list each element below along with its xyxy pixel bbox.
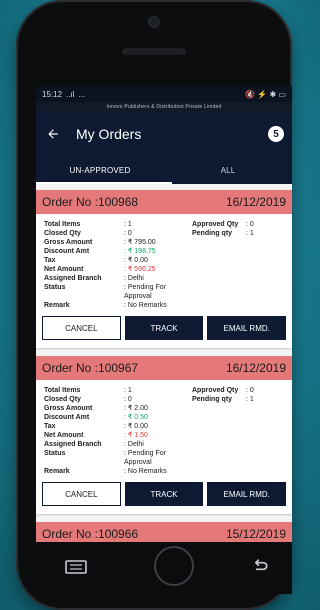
track-button[interactable]: TRACK [124, 482, 204, 506]
detail-row: Tax: ₹ 0.00 [44, 257, 148, 264]
order-details: Total Items: 1 Closed Qty: 0 Gross Amoun… [36, 214, 292, 310]
order-date: 16/12/2019 [225, 195, 286, 209]
detail-row: Status: Pending For Approval [44, 284, 167, 300]
company-line: Innovo Publishers & Distribution Private… [36, 102, 292, 112]
detail-row: Remark: No Remarks [44, 302, 167, 309]
detail-row: Gross Amount: ₹ 795.00 [44, 239, 156, 246]
detail-row: Approved Qty: 0 [192, 387, 254, 394]
order-card: Order No :100967 16/12/2019 Total Items:… [36, 356, 292, 514]
app-screen: 15:12 ..ıl ... 🔇 ⚡ ✱ ▭ Innovo Publishers… [36, 86, 292, 542]
order-actions: CANCEL TRACK EMAIL RMD. [36, 310, 292, 348]
detail-row: Pending qty: 1 [192, 396, 254, 403]
order-date: 15/12/2019 [225, 527, 286, 541]
detail-row: Net Amount: ₹ 596.25 [44, 266, 156, 273]
detail-row: Assigned Branch: Delhi [44, 441, 144, 448]
detail-row: Closed Qty: 0 [44, 396, 132, 403]
detail-row: Approved Qty: 0 [192, 221, 254, 228]
app-bar: My Orders 5 [36, 112, 292, 156]
signal-icon: ..ıl [66, 89, 75, 99]
detail-row: Assigned Branch: Delhi [44, 275, 144, 282]
detail-row: Tax: ₹ 0.00 [44, 423, 148, 430]
orders-count-badge: 5 [268, 126, 284, 142]
detail-row: Status: Pending For Approval [44, 450, 167, 466]
status-right-icons: 🔇 ⚡ ✱ ▭ [245, 89, 286, 99]
order-card: Order No :100968 16/12/2019 Total Items:… [36, 190, 292, 348]
detail-row: Gross Amount: ₹ 2.00 [44, 405, 148, 412]
system-nav-bar [36, 542, 292, 594]
email-rmd-button[interactable]: EMAIL RMD. [207, 482, 287, 506]
order-date: 16/12/2019 [225, 361, 286, 375]
detail-row: Discount Amt: ₹ 198.75 [44, 248, 156, 255]
order-header: Order No :100968 16/12/2019 [36, 190, 292, 214]
tab-bar: UN-APPROVED ALL [36, 156, 292, 184]
order-number: Order No :100966 [42, 527, 139, 541]
detail-row: Discount Amt: ₹ 0.50 [44, 414, 148, 421]
order-card: Order No :100966 15/12/2019 [36, 522, 292, 542]
detail-row: Remark: No Remarks [44, 468, 167, 475]
home-button[interactable] [154, 546, 194, 586]
detail-row: Total Items: 1 [44, 221, 132, 228]
back-arrow-icon[interactable] [44, 125, 62, 143]
status-time: 15:12 [42, 89, 63, 99]
orders-list[interactable]: Order No :100968 16/12/2019 Total Items:… [36, 184, 292, 542]
order-header: Order No :100967 16/12/2019 [36, 356, 292, 380]
email-rmd-button[interactable]: EMAIL RMD. [207, 316, 287, 340]
order-number: Order No :100967 [42, 361, 139, 375]
tab-un-approved[interactable]: UN-APPROVED [36, 156, 164, 184]
track-button[interactable]: TRACK [124, 316, 204, 340]
recent-apps-icon[interactable] [64, 559, 88, 575]
page-title: My Orders [76, 126, 142, 142]
cancel-button[interactable]: CANCEL [42, 316, 121, 340]
status-extra: ... [78, 89, 86, 99]
order-actions: CANCEL TRACK EMAIL RMD. [36, 476, 292, 514]
order-header: Order No :100966 15/12/2019 [36, 522, 292, 542]
order-details: Total Items: 1 Closed Qty: 0 Gross Amoun… [36, 380, 292, 476]
status-bar: 15:12 ..ıl ... 🔇 ⚡ ✱ ▭ [36, 86, 292, 102]
order-number: Order No :100968 [42, 195, 139, 209]
detail-row: Closed Qty: 0 [44, 230, 132, 237]
detail-row: Total Items: 1 [44, 387, 132, 394]
cancel-button[interactable]: CANCEL [42, 482, 121, 506]
front-camera [150, 18, 158, 26]
earpiece-speaker [122, 48, 186, 55]
tab-all[interactable]: ALL [164, 156, 292, 184]
back-nav-icon[interactable] [250, 556, 270, 576]
detail-row: Net Amount: ₹ 1.50 [44, 432, 148, 439]
detail-row: Pending qty: 1 [192, 230, 254, 237]
